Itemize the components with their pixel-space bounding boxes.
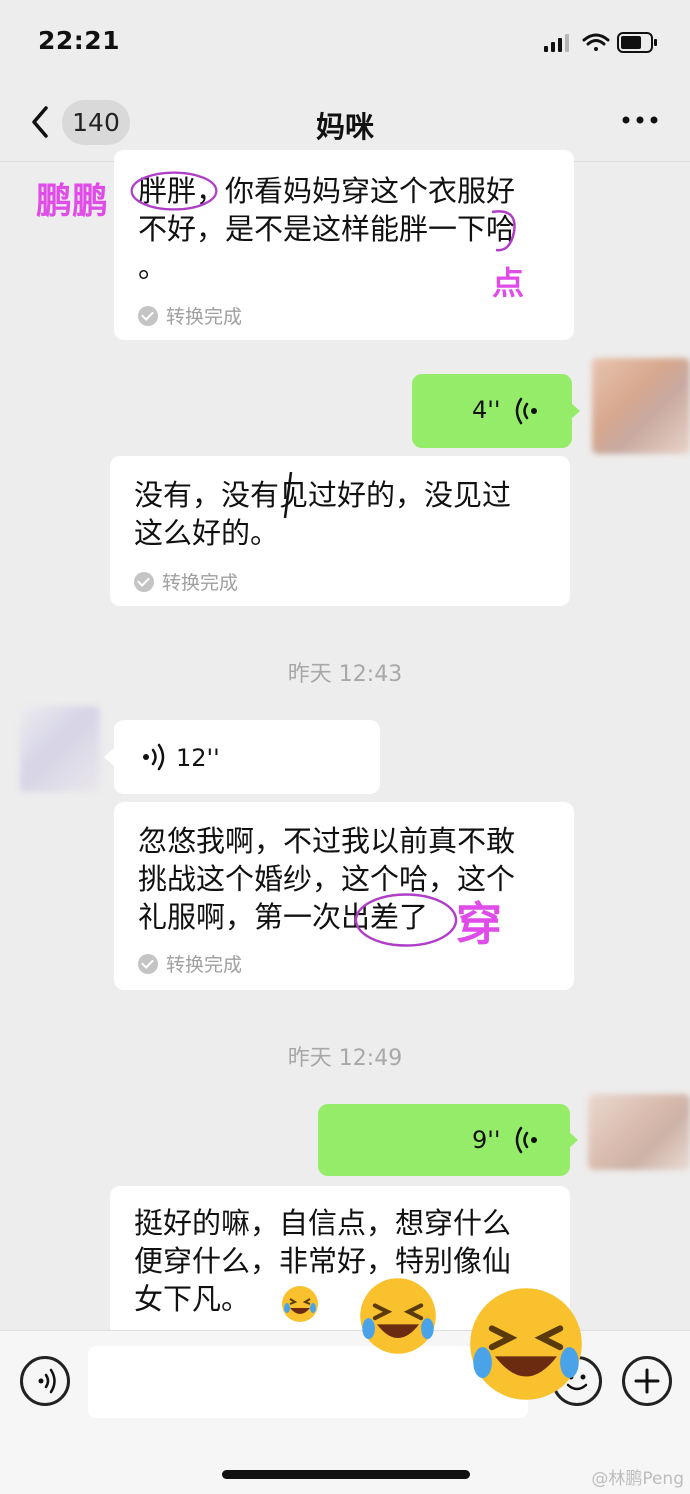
bubble-tail [570, 402, 580, 420]
timestamp: 昨天 12:49 [287, 1046, 403, 1071]
transcription-line: 便穿什么，非常好，特别像仙 [134, 1244, 512, 1278]
voice-message-received[interactable]: 12'' [114, 720, 380, 794]
annotation-name: 鹏鹏 [36, 181, 109, 222]
annotation-circle [491, 210, 516, 252]
bubble-tail [568, 1131, 578, 1149]
transcription-line: 。 [138, 250, 168, 284]
annotation-slash-mark [283, 471, 293, 519]
voice-wave-icon [143, 743, 165, 771]
conversion-status: 转换完成 [134, 568, 238, 595]
battery-icon [617, 32, 657, 53]
transcription-bubble[interactable]: 没有，没有见过好的，没见过 这么好的。 转换完成 [110, 456, 570, 606]
check-icon [138, 305, 158, 326]
laughing-emoji [360, 1278, 436, 1354]
transcription-line: 这么好的。 [134, 516, 280, 550]
voice-input-icon [38, 1368, 56, 1394]
voice-message-sent[interactable]: 4'' [412, 374, 572, 448]
more-icon[interactable] [620, 110, 660, 130]
check-icon [138, 953, 158, 974]
transcription-line: 挺好的嘛，自信点，想穿什么 [134, 1206, 512, 1240]
check-icon [134, 571, 154, 592]
laughing-emoji [282, 1286, 318, 1322]
signal-icon [544, 34, 569, 52]
transcription-line: 没有，没有见过好的，没见过 [134, 478, 512, 512]
watermark: @林鹏Peng [591, 1469, 684, 1489]
voice-message-sent[interactable]: 9'' [318, 1104, 570, 1176]
conversion-status: 转换完成 [138, 302, 242, 329]
voice-duration: 4'' [472, 396, 501, 424]
annotation-circle [130, 171, 218, 211]
transcription-bubble[interactable]: 忽悠我啊，不过我以前真不敢 挑战这个婚纱，这个哈，这个 礼服啊，第一次出差了 转… [114, 802, 574, 990]
transcription-line: 女下凡。 [134, 1282, 251, 1316]
transcription-line: 忽悠我啊，不过我以前真不敢 [138, 824, 516, 858]
laughing-emoji [470, 1288, 582, 1400]
timestamp: 昨天 12:43 [287, 662, 403, 687]
more-actions-button[interactable] [622, 1356, 672, 1406]
voice-wave-icon [515, 1126, 537, 1154]
status-time: 22:21 [38, 26, 121, 55]
home-indicator[interactable] [222, 1470, 470, 1479]
chat-title: 妈咪 [315, 110, 374, 144]
transcription-line: 不好，是不是这样能胖一下哈 [138, 212, 516, 246]
status-icons [544, 32, 657, 53]
sent-avatar[interactable] [588, 1094, 690, 1170]
message-input[interactable] [88, 1346, 528, 1418]
annotation-circle [354, 893, 458, 947]
voice-duration: 9'' [472, 1126, 501, 1154]
annotation-correction: 穿 [456, 897, 502, 951]
conversion-status: 转换完成 [138, 950, 242, 977]
voice-input-button[interactable] [20, 1356, 70, 1406]
received-avatar[interactable] [20, 706, 100, 792]
plus-icon [634, 1368, 660, 1394]
sent-avatar[interactable] [592, 358, 690, 454]
annotation-correction: 点 [492, 264, 525, 302]
wifi-icon [582, 33, 610, 51]
voice-wave-icon [515, 397, 537, 425]
voice-duration: 12'' [176, 744, 220, 772]
bubble-tail [104, 748, 114, 766]
